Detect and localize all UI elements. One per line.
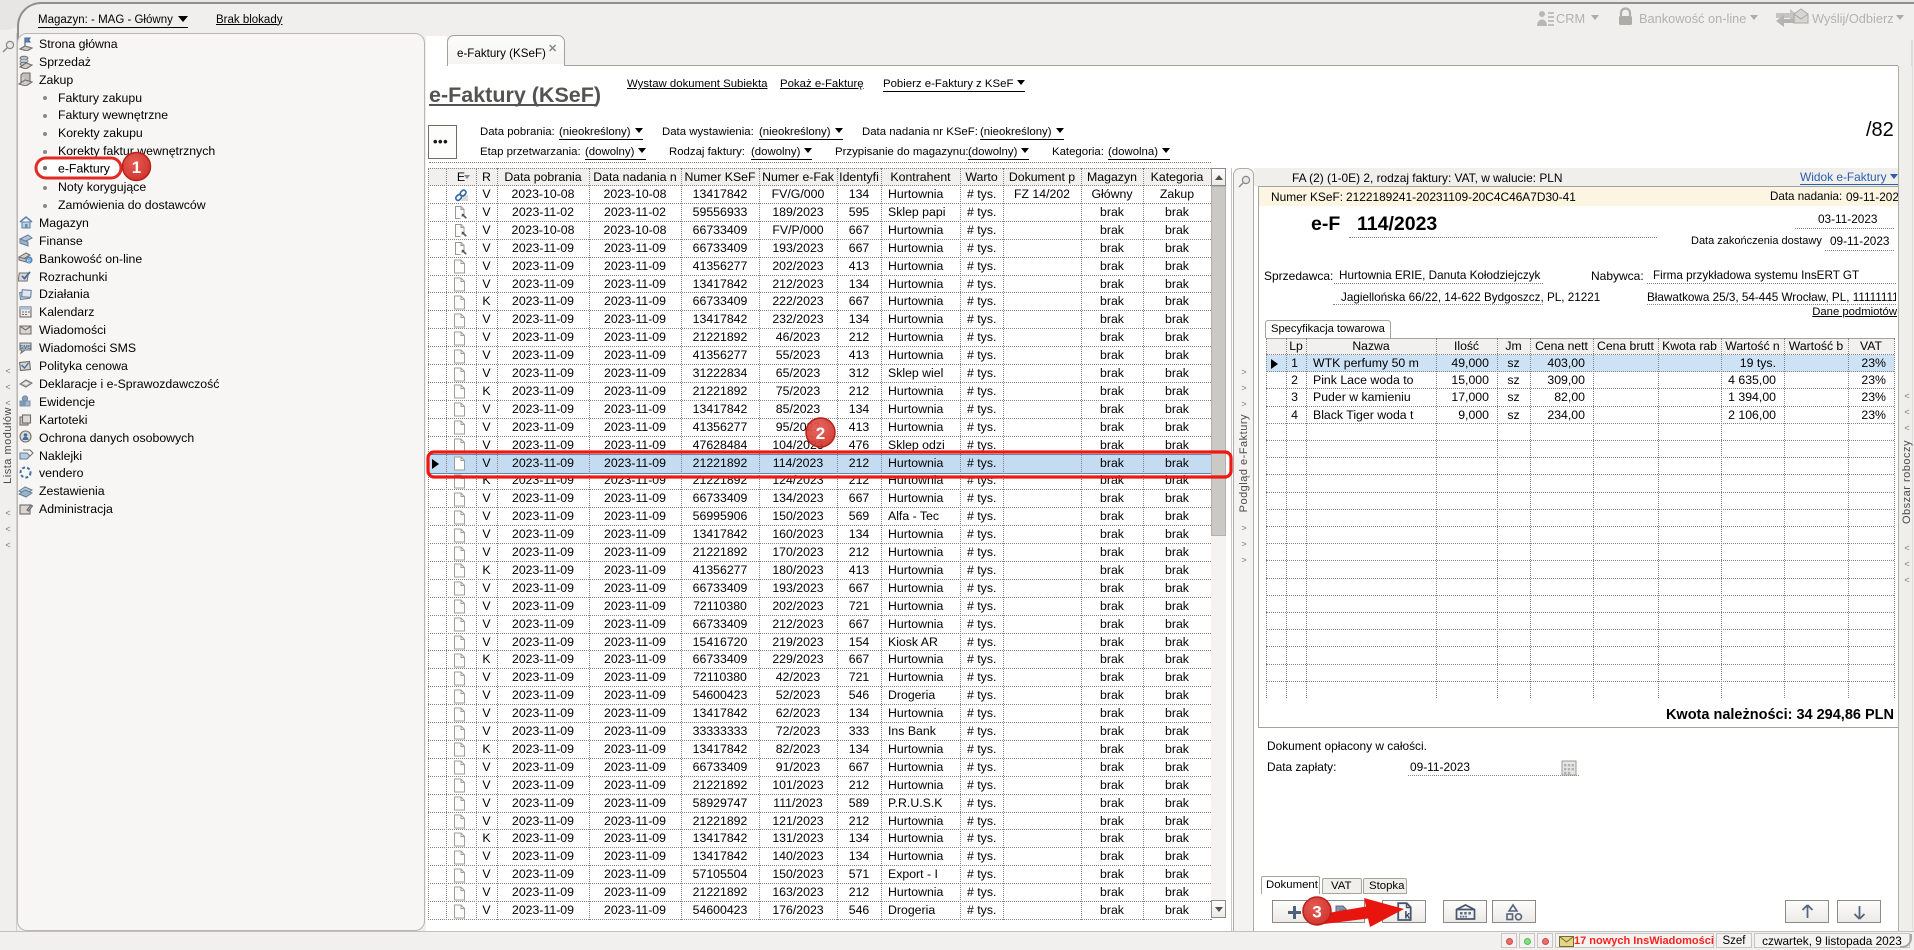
svg-text:3: 3 xyxy=(1312,903,1321,922)
svg-text:e-Faktury: e-Faktury xyxy=(58,162,111,176)
svg-text:1: 1 xyxy=(132,158,141,177)
svg-text:2: 2 xyxy=(816,424,825,443)
